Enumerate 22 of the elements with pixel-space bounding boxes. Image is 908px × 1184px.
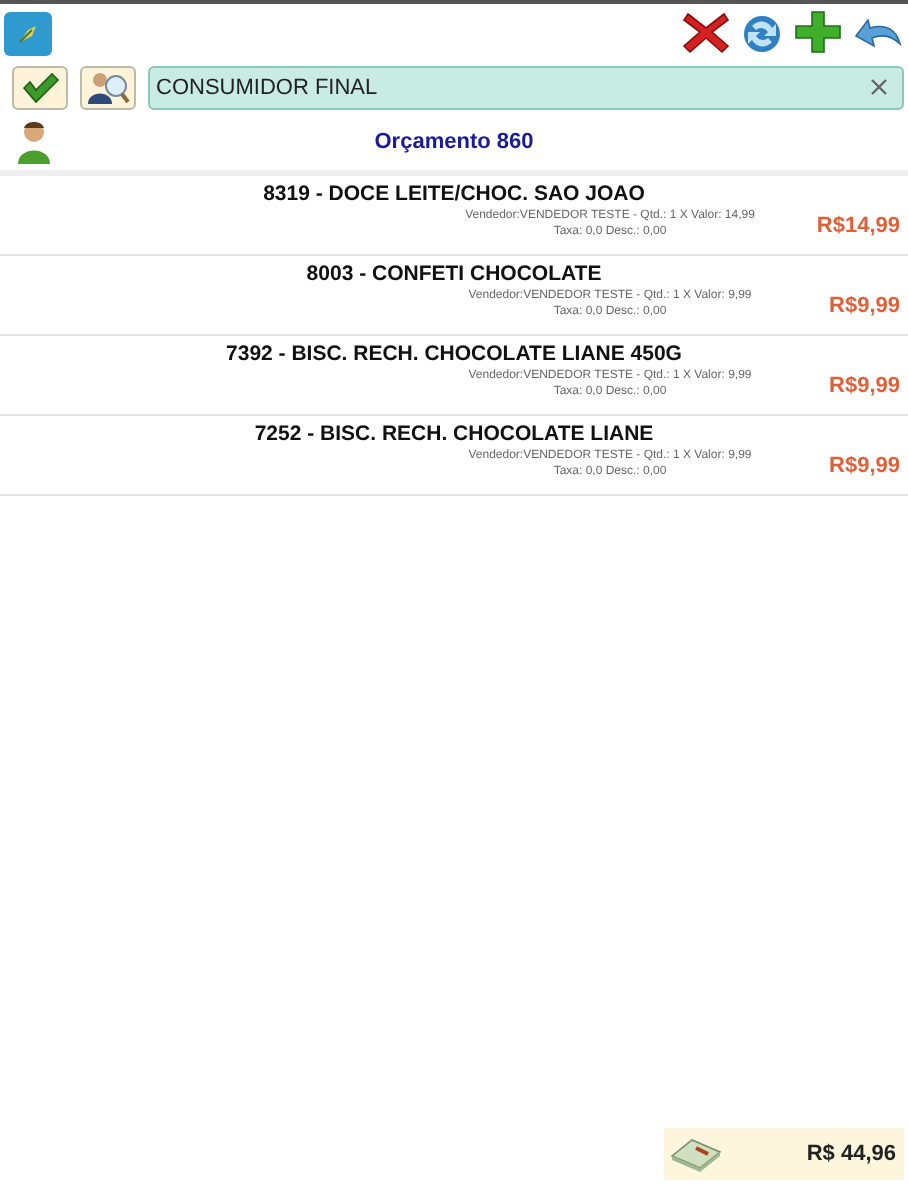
item-price: R$9,99	[827, 293, 900, 318]
total-amount: R$ 44,96	[806, 1142, 896, 1166]
product-name: 8003 - CONFETI CHOCOLATE	[304, 262, 604, 286]
item-price: R$9,99	[827, 453, 900, 478]
item-price: R$14,99	[814, 213, 900, 238]
product-name: 7392 - BISC. RECH. CHOCOLATE LIANE 450G	[224, 342, 684, 366]
search-customer-button[interactable]	[80, 66, 136, 110]
checkmark-icon	[20, 72, 60, 104]
person-icon	[16, 120, 52, 164]
confirm-button[interactable]	[12, 66, 68, 110]
clear-icon[interactable]	[870, 78, 888, 96]
item-price: R$9,99	[827, 373, 900, 398]
customer-search-field[interactable]: CONSUMIDOR FINAL	[148, 66, 904, 110]
product-name: 7252 - BISC. RECH. CHOCOLATE LIANE	[252, 422, 656, 446]
money-stack-icon	[668, 1136, 724, 1172]
add-icon[interactable]	[792, 7, 844, 55]
product-name: 8319 - DOCE LEITE/CHOC. SAO JOAO	[261, 182, 647, 206]
app-menu-button[interactable]	[4, 11, 52, 55]
person-magnifier-icon	[86, 70, 130, 106]
leaf-icon	[16, 21, 40, 45]
budget-title: Orçamento 860	[372, 130, 536, 154]
close-icon[interactable]	[680, 7, 732, 55]
